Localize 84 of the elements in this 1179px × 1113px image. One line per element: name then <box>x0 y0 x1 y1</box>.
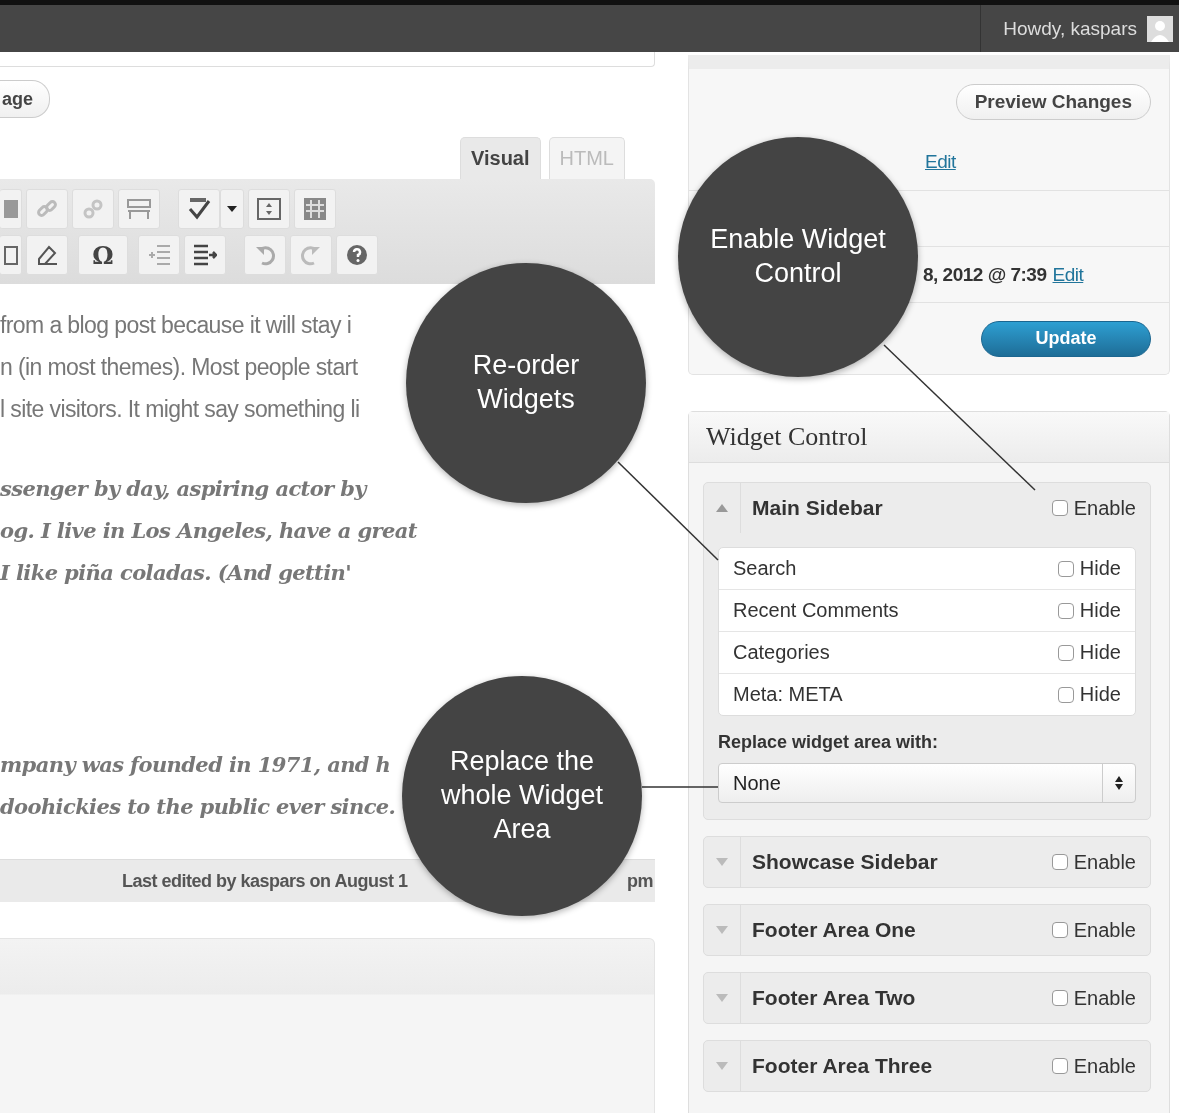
more-break-icon <box>126 198 152 220</box>
dropdown-button[interactable] <box>220 189 244 229</box>
page-button[interactable]: age <box>0 80 51 118</box>
paragraph-line: n (in most themes). Most people start <box>0 353 358 382</box>
undo-icon <box>254 244 276 266</box>
caret-icon[interactable] <box>716 1062 728 1070</box>
widget-row[interactable]: Search Hide <box>719 548 1135 589</box>
kitchen-sink-icon <box>303 197 327 221</box>
toolbar-button[interactable] <box>184 235 226 275</box>
caret-icon <box>227 206 237 212</box>
paste-icon <box>3 244 18 266</box>
paragraph-line: og. I live in Los Angeles, have a great <box>0 517 417 545</box>
redo-icon <box>300 244 322 266</box>
title-field[interactable] <box>0 52 655 67</box>
caret-icon[interactable] <box>716 926 728 934</box>
widget-area-name: Footer Area Three <box>751 1054 934 1078</box>
updown-arrows-icon <box>1115 776 1123 790</box>
outdent-icon <box>147 244 171 266</box>
widget-row[interactable]: Recent Comments Hide <box>719 589 1135 631</box>
toolbar-button[interactable] <box>248 189 290 229</box>
help-icon <box>346 244 368 266</box>
unlink-icon <box>82 198 104 220</box>
checkbox[interactable] <box>1051 1058 1068 1074</box>
paragraph-line: doohickies to the public ever since. <box>0 793 396 821</box>
paragraph-line: ssenger by day, aspiring actor by <box>0 475 366 503</box>
widget-row[interactable]: Categories Hide <box>719 631 1135 673</box>
greeting-text[interactable]: Howdy, kaspars <box>1003 17 1137 40</box>
enable-checkbox[interactable]: Enable <box>1051 850 1150 874</box>
special-character-button[interactable]: Ω <box>78 235 128 275</box>
update-button[interactable]: Update <box>981 320 1151 357</box>
checkbox[interactable] <box>1051 990 1068 1006</box>
widget-name: Recent Comments <box>733 599 900 622</box>
paragraph-line: from a blog post because it will stay i <box>0 311 352 340</box>
widget-area-name: Footer Area One <box>751 918 917 942</box>
callout-bubble: Re-order Widgets <box>406 263 646 503</box>
hide-checkbox[interactable]: Hide <box>1057 641 1135 664</box>
last-edited-text: Last edited by kaspars on August 1 <box>122 870 408 892</box>
checkbox[interactable] <box>1057 602 1074 619</box>
checkbox[interactable] <box>1057 560 1074 577</box>
square-icon <box>3 200 18 218</box>
editor-tab[interactable]: Visual <box>460 137 541 179</box>
checkbox[interactable] <box>1057 686 1074 703</box>
toolbar-button[interactable] <box>0 235 22 275</box>
caret-icon[interactable] <box>716 504 728 512</box>
widget-name: Categories <box>733 641 831 664</box>
enable-checkbox[interactable]: Enable <box>1051 1054 1150 1078</box>
checkbox[interactable] <box>1057 644 1074 661</box>
link-icon <box>36 198 58 220</box>
paragraph-line: mpany was founded in 1971, and h <box>0 751 391 779</box>
box-title: Widget Control <box>706 422 868 452</box>
replace-select[interactable]: None <box>718 763 1136 803</box>
avatar-icon[interactable] <box>1147 15 1173 42</box>
hide-checkbox[interactable]: Hide <box>1057 599 1135 622</box>
enable-checkbox[interactable]: Enable <box>1051 918 1150 942</box>
toolbar-button[interactable] <box>26 235 68 275</box>
edit-link[interactable]: Edit <box>925 151 956 173</box>
edit-link[interactable]: Edit <box>1052 263 1084 286</box>
published-date-text: 8, 2012 @ 7:39 <box>923 263 1047 286</box>
eraser-icon <box>35 243 59 267</box>
checkbox[interactable] <box>1051 922 1068 938</box>
paragraph-line: I like piña coladas. (And gettin' <box>0 559 352 587</box>
indent-icon <box>193 244 217 266</box>
widget-name: Search <box>733 557 798 580</box>
caret-icon[interactable] <box>716 994 728 1002</box>
hide-checkbox[interactable]: Hide <box>1057 683 1135 706</box>
preview-changes-button[interactable]: Preview Changes <box>955 83 1151 120</box>
widget-area-name: Showcase Sidebar <box>751 850 939 874</box>
widget-area-name: Main Sidebar <box>751 496 884 520</box>
toolbar-button[interactable] <box>336 235 378 275</box>
checkbox[interactable] <box>1051 854 1068 870</box>
toolbar-button[interactable] <box>178 189 220 229</box>
paragraph-line: l site visitors. It might say something li <box>0 395 360 424</box>
widget-row[interactable]: Meta: META Hide <box>719 673 1135 715</box>
enable-checkbox[interactable]: Enable <box>1051 986 1150 1010</box>
widget-name: Meta: META <box>733 683 844 706</box>
hide-checkbox[interactable]: Hide <box>1057 557 1135 580</box>
field-label: Replace widget area with: <box>718 732 940 753</box>
widget-area-name: Footer Area Two <box>751 986 917 1010</box>
last-edited-text: pm <box>627 870 653 892</box>
spellcheck-icon <box>186 197 212 221</box>
checkbox[interactable] <box>1051 500 1068 516</box>
fullscreen-icon <box>257 198 281 220</box>
caret-icon[interactable] <box>716 858 728 866</box>
enable-checkbox[interactable]: Enable <box>1051 496 1150 520</box>
